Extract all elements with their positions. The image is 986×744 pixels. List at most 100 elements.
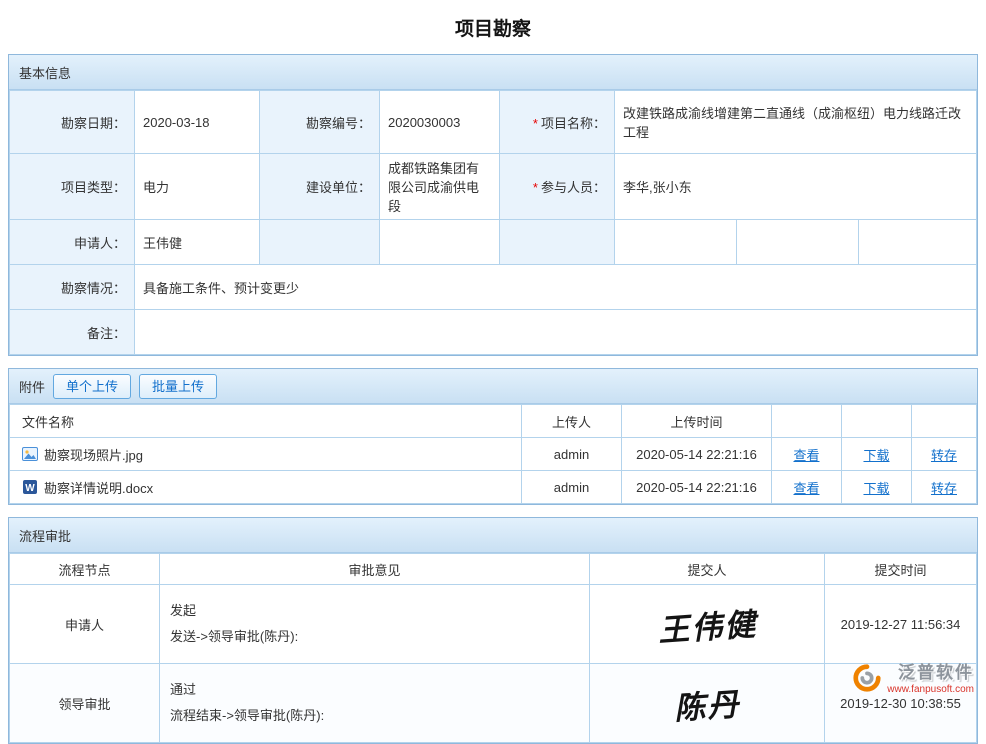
view-link[interactable]: 查看 (793, 448, 819, 463)
applicant-label: 申请人： (10, 220, 135, 265)
opinion-line: 通过 (170, 677, 579, 703)
basic-info-row-5: 备注： (10, 310, 977, 355)
approval-section: 流程审批 流程节点 审批意见 提交人 提交时间 申请人 发起 发送->领导审批(… (8, 517, 978, 744)
uploader: admin (522, 438, 622, 471)
fanpu-logo-icon (852, 663, 882, 696)
project-type-value: 电力 (135, 154, 260, 220)
approval-header: 流程审批 (9, 518, 977, 553)
empty-value-cell (615, 220, 737, 265)
remark-label: 备注： (10, 310, 135, 355)
survey-no-label-text: 勘察编号： (306, 116, 371, 131)
submit-time: 2019-12-27 11:56:34 (825, 585, 977, 664)
empty-label-cell (500, 220, 615, 265)
approval-opinion: 发起 发送->领导审批(陈丹): (160, 585, 590, 664)
basic-info-table: 勘察日期： 2020-03-18 勘察编号： 2020030003 *项目名称：… (9, 90, 977, 355)
project-name-label-text: 项目名称： (541, 116, 606, 131)
col-submitter: 提交人 (590, 554, 825, 585)
opinion-line: 流程结束->领导审批(陈丹): (170, 703, 579, 729)
attachment-row: W 勘察详情说明.docx admin 2020-05-14 22:21:16 … (10, 471, 977, 504)
approval-row: 申请人 发起 发送->领导审批(陈丹): 王伟健 2019-12-27 11:5… (10, 585, 977, 664)
empty-value-cell (380, 220, 500, 265)
project-type-label: 项目类型： (10, 154, 135, 220)
empty-value-cell (859, 220, 977, 265)
col-upload-time: 上传时间 (622, 405, 772, 438)
single-upload-button[interactable]: 单个上传 (53, 374, 131, 399)
basic-info-header: 基本信息 (9, 55, 977, 90)
basic-info-row-3: 申请人： 王伟健 (10, 220, 977, 265)
approval-opinion: 通过 流程结束->领导审批(陈丹): (160, 664, 590, 743)
survey-condition-value: 具备施工条件、预计变更少 (135, 265, 977, 310)
col-file-name: 文件名称 (10, 405, 522, 438)
attachments-header: 附件 单个上传 批量上传 (9, 369, 977, 404)
col-uploader: 上传人 (522, 405, 622, 438)
submitter-signature: 陈丹 (673, 678, 742, 727)
empty-header-cell (772, 405, 842, 438)
build-unit-label-text: 建设单位： (306, 180, 371, 195)
col-flow-node: 流程节点 (10, 554, 160, 585)
attachments-section: 附件 单个上传 批量上传 文件名称 上传人 上传时间 (8, 368, 978, 505)
empty-header-cell (912, 405, 977, 438)
build-unit-value: 成都铁路集团有限公司成渝供电段 (380, 154, 500, 220)
survey-date-value: 2020-03-18 (135, 91, 260, 154)
col-opinion: 审批意见 (160, 554, 590, 585)
brand-name: 泛普软件 (898, 664, 974, 683)
brand-url: www.fanpusoft.com (887, 684, 974, 695)
approval-row: 领导审批 通过 流程结束->领导审批(陈丹): 陈丹 2019-12-30 10… (10, 664, 977, 743)
empty-value-cell (737, 220, 859, 265)
fanpu-watermark: 泛普软件 www.fanpusoft.com (852, 663, 974, 696)
empty-label-cell (260, 220, 380, 265)
attachments-table-header: 文件名称 上传人 上传时间 (10, 405, 977, 438)
applicant-value: 王伟健 (135, 220, 260, 265)
required-asterisk: * (533, 180, 538, 195)
transfer-link[interactable]: 转存 (931, 448, 957, 463)
survey-no-label: 勘察编号： (260, 91, 380, 154)
participants-label: *参与人员： (500, 154, 615, 220)
applicant-label-text: 申请人： (74, 236, 126, 251)
svg-text:W: W (25, 483, 35, 494)
file-name[interactable]: 勘察详情说明.docx (44, 478, 153, 497)
basic-info-row-1: 勘察日期： 2020-03-18 勘察编号： 2020030003 *项目名称：… (10, 91, 977, 154)
attachment-row: 勘察现场照片.jpg admin 2020-05-14 22:21:16 查看 … (10, 438, 977, 471)
download-link[interactable]: 下载 (863, 448, 889, 463)
flow-node: 领导审批 (10, 664, 160, 743)
file-name[interactable]: 勘察现场照片.jpg (44, 445, 143, 464)
attachments-title: 附件 (19, 377, 45, 396)
survey-condition-label-text: 勘察情况： (61, 281, 126, 296)
survey-no-value: 2020030003 (380, 91, 500, 154)
download-link[interactable]: 下载 (863, 481, 889, 496)
approval-title: 流程审批 (19, 526, 71, 545)
batch-upload-button[interactable]: 批量上传 (139, 374, 217, 399)
project-name-label: *项目名称： (500, 91, 615, 154)
image-file-icon (22, 446, 38, 462)
empty-header-cell (842, 405, 912, 438)
survey-date-label-text: 勘察日期： (61, 116, 126, 131)
project-name-value: 改建铁路成渝线增建第二直通线（成渝枢纽）电力线路迁改工程 (615, 91, 977, 154)
survey-condition-label: 勘察情况： (10, 265, 135, 310)
upload-time: 2020-05-14 22:21:16 (622, 471, 772, 504)
attachments-table: 文件名称 上传人 上传时间 勘察现场照片.jpg admin 202 (9, 404, 977, 504)
basic-info-title: 基本信息 (19, 63, 71, 82)
basic-info-row-4: 勘察情况： 具备施工条件、预计变更少 (10, 265, 977, 310)
page-title: 项目勘察 (8, 0, 978, 54)
project-survey-page: 项目勘察 基本信息 勘察日期： 2020-03-18 勘察编号： 2020030… (0, 0, 986, 702)
survey-date-label: 勘察日期： (10, 91, 135, 154)
transfer-link[interactable]: 转存 (931, 481, 957, 496)
upload-time: 2020-05-14 22:21:16 (622, 438, 772, 471)
approval-table: 流程节点 审批意见 提交人 提交时间 申请人 发起 发送->领导审批(陈丹): … (9, 553, 977, 743)
flow-node: 申请人 (10, 585, 160, 664)
word-file-icon: W (22, 479, 38, 495)
remark-value (135, 310, 977, 355)
basic-info-section: 基本信息 勘察日期： 2020-03-18 勘察编号： 2020030003 *… (8, 54, 978, 356)
build-unit-label: 建设单位： (260, 154, 380, 220)
opinion-line: 发起 (170, 598, 579, 624)
participants-label-text: 参与人员： (541, 180, 606, 195)
basic-info-row-2: 项目类型： 电力 建设单位： 成都铁路集团有限公司成渝供电段 *参与人员： 李华… (10, 154, 977, 220)
required-asterisk: * (533, 116, 538, 131)
col-submit-time: 提交时间 (825, 554, 977, 585)
remark-label-text: 备注： (87, 326, 126, 341)
submitter-signature: 王伟健 (656, 598, 758, 650)
opinion-line: 发送->领导审批(陈丹): (170, 624, 579, 650)
view-link[interactable]: 查看 (793, 481, 819, 496)
approval-table-header: 流程节点 审批意见 提交人 提交时间 (10, 554, 977, 585)
uploader: admin (522, 471, 622, 504)
